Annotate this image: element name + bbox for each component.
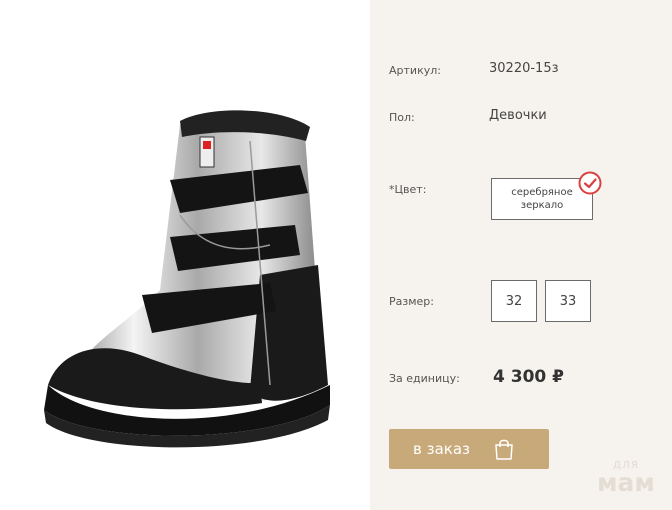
price-label: За единицу: <box>389 372 460 385</box>
color-option-label: серебряное зеркало <box>511 187 573 211</box>
check-circle-icon <box>578 171 602 195</box>
size-option-32[interactable]: 32 <box>491 280 537 322</box>
product-image-boot <box>44 110 330 448</box>
article-label: Артикул: <box>389 64 441 77</box>
size-option-33[interactable]: 33 <box>545 280 591 322</box>
gender-label: Пол: <box>389 111 415 124</box>
article-value: 30220-15з <box>489 61 559 76</box>
order-button-label: в заказ <box>413 440 471 458</box>
add-to-order-button[interactable]: в заказ <box>389 429 549 469</box>
size-option-label: 32 <box>505 293 523 309</box>
product-details-panel: Артикул: 30220-15з Пол: Девочки *Цвет: с… <box>370 0 672 510</box>
size-option-label: 33 <box>559 293 577 309</box>
price-value: 4 300 ₽ <box>493 367 564 387</box>
size-label: Размер: <box>389 295 434 308</box>
watermark-bottom: мам <box>597 468 655 497</box>
shopping-bag-icon <box>495 439 513 460</box>
gender-value: Девочки <box>489 108 547 123</box>
watermark-logo: для мам <box>586 458 666 496</box>
color-label: *Цвет: <box>389 183 427 196</box>
product-image-area <box>0 0 370 510</box>
